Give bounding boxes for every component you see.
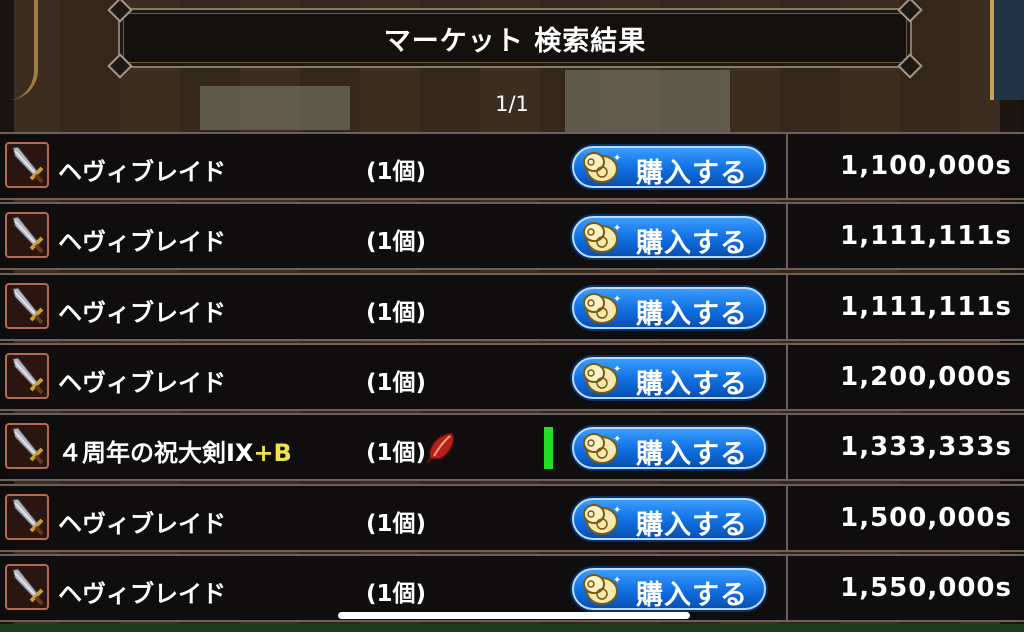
buy-button-label: 購入する bbox=[636, 228, 748, 259]
svg-text:✦: ✦ bbox=[613, 505, 621, 516]
item-name: ヘヴィブレイド bbox=[58, 369, 226, 397]
item-price: 1,111,111s bbox=[840, 221, 1012, 251]
item-price: 1,111,111s bbox=[840, 292, 1012, 322]
item-quantity: (1個) bbox=[366, 159, 427, 185]
coin-icon: ✦ bbox=[580, 362, 624, 400]
sword-icon bbox=[5, 353, 49, 399]
coin-icon: ✦ bbox=[580, 432, 624, 470]
column-divider bbox=[786, 132, 788, 200]
item-name: ヘヴィブレイド bbox=[58, 228, 226, 256]
buy-button-label: 購入する bbox=[636, 510, 748, 541]
item-quantity: (1個) bbox=[366, 229, 427, 255]
highlight-marker bbox=[544, 427, 553, 469]
item-price: 1,333,333s bbox=[840, 432, 1012, 462]
buy-button[interactable]: ✦ 購入する bbox=[572, 498, 766, 541]
list-item[interactable]: ヘヴィブレイド (1個) ✦ 購入する 1,111,111s bbox=[0, 273, 1024, 341]
item-quantity: (1個) bbox=[366, 370, 427, 396]
coin-icon: ✦ bbox=[580, 151, 624, 189]
svg-text:✦: ✦ bbox=[613, 575, 621, 586]
coin-icon: ✦ bbox=[580, 573, 624, 611]
plus-grade: +B bbox=[253, 439, 292, 467]
item-quantity: (1個) bbox=[366, 300, 427, 326]
buy-button[interactable]: ✦ 購入する bbox=[572, 287, 766, 330]
column-divider bbox=[786, 484, 788, 552]
sword-icon bbox=[5, 212, 49, 258]
item-price: 1,100,000s bbox=[840, 151, 1012, 181]
item-price: 1,550,000s bbox=[840, 573, 1012, 603]
item-name: ヘヴィブレイド bbox=[58, 299, 226, 327]
coin-icon: ✦ bbox=[580, 221, 624, 259]
buy-button[interactable]: ✦ 購入する bbox=[572, 568, 766, 611]
item-name: ヘヴィブレイド bbox=[58, 510, 226, 538]
result-list: ヘヴィブレイド (1個) ✦ 購入する 1,100,000s ヘヴィブレイド (… bbox=[0, 132, 1024, 632]
buy-button-label: 購入する bbox=[636, 369, 748, 400]
page-indicator: 1/1 bbox=[495, 92, 529, 116]
item-quantity: (1個) bbox=[366, 440, 427, 466]
column-divider bbox=[786, 343, 788, 411]
item-price: 1,500,000s bbox=[840, 503, 1012, 533]
sword-icon bbox=[5, 564, 49, 610]
column-divider bbox=[786, 413, 788, 481]
svg-text:✦: ✦ bbox=[613, 153, 621, 164]
svg-text:✦: ✦ bbox=[613, 223, 621, 234]
list-item[interactable]: ヘヴィブレイド (1個) ✦ 購入する 1,500,000s bbox=[0, 484, 1024, 552]
buy-button-label: 購入する bbox=[636, 299, 748, 330]
item-price: 1,200,000s bbox=[840, 362, 1012, 392]
buy-button-label: 購入する bbox=[636, 580, 748, 611]
coin-icon: ✦ bbox=[580, 503, 624, 541]
buy-button-label: 購入する bbox=[636, 439, 748, 470]
sword-icon bbox=[5, 142, 49, 188]
red-feather-icon bbox=[426, 429, 460, 469]
title-bar: マーケット 検索結果 bbox=[107, 0, 923, 79]
buy-button-label: 購入する bbox=[636, 158, 748, 189]
list-item[interactable]: ヘヴィブレイド (1個) ✦ 購入する 1,200,000s bbox=[0, 343, 1024, 411]
sword-icon bbox=[5, 494, 49, 540]
list-item[interactable]: ４周年の祝大剣IX+B (1個) ✦ 購入する 1,333,333s bbox=[0, 413, 1024, 481]
svg-text:✦: ✦ bbox=[613, 434, 621, 445]
column-divider bbox=[786, 202, 788, 270]
svg-text:✦: ✦ bbox=[613, 294, 621, 305]
svg-text:✦: ✦ bbox=[613, 364, 621, 375]
column-divider bbox=[786, 273, 788, 341]
list-item[interactable]: ヘヴィブレイド (1個) ✦ 購入する 1,100,000s bbox=[0, 132, 1024, 200]
frame-ornament-left bbox=[0, 0, 38, 100]
buy-button[interactable]: ✦ 購入する bbox=[572, 216, 766, 259]
item-quantity: (1個) bbox=[366, 581, 427, 607]
page-title: マーケット 検索結果 bbox=[383, 25, 647, 57]
frame-ornament-right bbox=[990, 0, 1024, 100]
item-name: ４周年の祝大剣IX+B bbox=[58, 439, 292, 467]
buy-button[interactable]: ✦ 購入する bbox=[572, 146, 766, 189]
sword-icon bbox=[5, 283, 49, 329]
item-name: ヘヴィブレイド bbox=[58, 580, 226, 608]
home-indicator[interactable] bbox=[338, 612, 690, 619]
item-name: ヘヴィブレイド bbox=[58, 158, 226, 186]
coin-icon: ✦ bbox=[580, 292, 624, 330]
sword-icon bbox=[5, 423, 49, 469]
buy-button[interactable]: ✦ 購入する bbox=[572, 427, 766, 470]
buy-button[interactable]: ✦ 購入する bbox=[572, 357, 766, 400]
item-quantity: (1個) bbox=[366, 511, 427, 537]
column-divider bbox=[786, 554, 788, 622]
bottom-bar bbox=[0, 624, 1024, 632]
list-item[interactable]: ヘヴィブレイド (1個) ✦ 購入する 1,111,111s bbox=[0, 202, 1024, 270]
